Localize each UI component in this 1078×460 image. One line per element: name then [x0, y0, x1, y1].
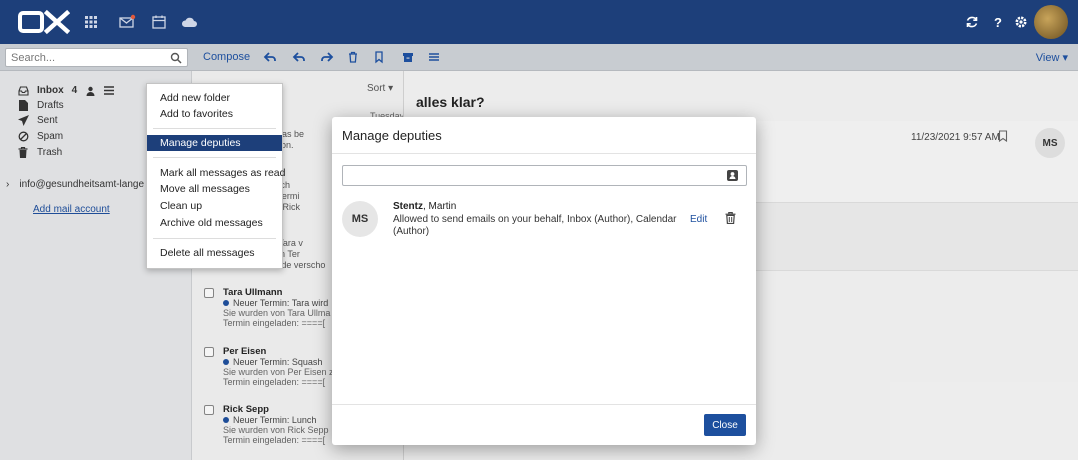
- apps-grid-icon[interactable]: [82, 13, 100, 31]
- dialog-title: Manage deputies: [342, 128, 442, 143]
- close-button[interactable]: Close: [704, 414, 746, 436]
- spam-icon: [17, 131, 29, 143]
- sort-dropdown[interactable]: Sort ▾: [367, 83, 393, 94]
- folder-inbox[interactable]: Inbox 4: [17, 84, 115, 97]
- menu-item-add-to-favorites[interactable]: Add to favorites: [147, 106, 282, 122]
- dialog-divider: [332, 153, 756, 154]
- help-icon[interactable]: ?: [989, 13, 1007, 31]
- flag-icon[interactable]: [372, 50, 386, 64]
- search-placeholder: Search...: [11, 52, 56, 64]
- search-input[interactable]: Search...: [5, 48, 188, 67]
- delete-icon[interactable]: [346, 50, 360, 64]
- menu-item-mark-all-read[interactable]: Mark all messages as read: [147, 165, 285, 181]
- menu-item-clean-up[interactable]: Clean up: [147, 198, 282, 214]
- forward-icon[interactable]: [320, 50, 334, 64]
- menu-item-move-all-messages[interactable]: Move all messages: [147, 181, 282, 197]
- add-mail-account-link[interactable]: Add mail account: [33, 204, 110, 215]
- refresh-icon[interactable]: [963, 13, 981, 31]
- user-avatar[interactable]: [1034, 5, 1068, 39]
- unread-badge: [130, 14, 136, 20]
- address-book-icon[interactable]: [726, 169, 739, 182]
- mail-preview: Sie wurden von Rick Sepp: [223, 425, 329, 435]
- manage-deputies-dialog: Manage deputies MS Stentz, Martin Allowe…: [332, 117, 756, 445]
- person-icon[interactable]: [86, 86, 95, 96]
- deputy-search-input[interactable]: [342, 165, 747, 186]
- unread-dot-icon: [223, 359, 229, 365]
- drafts-icon: [17, 100, 29, 112]
- ox-logo[interactable]: [18, 9, 70, 35]
- account-folder[interactable]: › info@gesundheitsamt-lange: [6, 179, 144, 190]
- mail-sender: Rick Sepp: [223, 404, 269, 415]
- delete-deputy-icon[interactable]: [725, 212, 736, 224]
- folder-drafts[interactable]: Drafts: [17, 99, 64, 112]
- top-bar: ?: [0, 0, 1078, 44]
- flag-icon[interactable]: [998, 130, 1008, 142]
- archive-icon[interactable]: [401, 50, 415, 64]
- edit-deputy-link[interactable]: Edit: [690, 214, 707, 225]
- compose-button[interactable]: Compose: [203, 51, 250, 63]
- mail-preview: Termin eingeladen: ====[: [223, 435, 326, 445]
- mail-date: 11/23/2021 9:57 AM: [911, 132, 1000, 143]
- folder-label: Trash: [37, 147, 63, 158]
- mail-preview: Termin eingeladen: ====[: [223, 318, 326, 328]
- unread-count: 4: [71, 85, 78, 96]
- folder-menu-icon[interactable]: [104, 86, 115, 95]
- unread-dot-icon: [223, 417, 229, 423]
- folder-label: Sent: [37, 115, 58, 126]
- mail-preview: Sie wurden von Tara Ullma: [223, 308, 331, 318]
- folder-trash[interactable]: Trash: [17, 146, 62, 159]
- inbox-icon: [17, 85, 29, 97]
- mail-sender: Tara Ullmann: [223, 287, 283, 298]
- unread-dot-icon: [223, 300, 229, 306]
- dialog-divider: [332, 404, 756, 405]
- trash-icon: [17, 147, 29, 159]
- reply-all-icon[interactable]: [292, 50, 306, 64]
- search-icon[interactable]: [170, 52, 182, 64]
- menu-item-delete-all-messages[interactable]: Delete all messages: [147, 245, 282, 261]
- folder-context-menu: Add new folder Add to favorites Manage d…: [146, 83, 285, 269]
- svg-text:?: ?: [994, 15, 1002, 30]
- toolbar: Search... Compose View ▾: [0, 44, 1078, 71]
- menu-divider: [153, 238, 276, 239]
- folder-sent[interactable]: Sent: [17, 114, 58, 127]
- mail-preview: Sie wurden von Per Eisen z: [223, 367, 334, 377]
- settings-icon[interactable]: [1012, 13, 1030, 31]
- mail-subject: Neuer Termin: Squash: [223, 357, 322, 367]
- reply-icon[interactable]: [263, 50, 277, 64]
- deputy-avatar: MS: [342, 201, 378, 237]
- mail-subject: Neuer Termin: Tara wird: [223, 298, 328, 308]
- menu-item-add-new-folder[interactable]: Add new folder: [147, 90, 282, 106]
- cloud-icon[interactable]: [180, 13, 198, 31]
- calendar-icon[interactable]: [150, 13, 168, 31]
- mail-checkbox[interactable]: [204, 405, 214, 415]
- folder-label: Spam: [37, 131, 64, 142]
- chevron-right-icon[interactable]: ›: [6, 179, 9, 190]
- deputy-permissions: Allowed to send emails on your behalf, I…: [393, 214, 677, 237]
- mail-body-area: [754, 203, 1078, 271]
- view-dropdown[interactable]: View ▾: [1036, 51, 1068, 64]
- folder-label: Inbox: [37, 85, 64, 96]
- menu-divider: [153, 157, 276, 158]
- sender-avatar: MS: [1035, 128, 1065, 158]
- mail-checkbox[interactable]: [204, 288, 214, 298]
- account-label: info@gesundheitsamt-lange: [19, 179, 145, 190]
- mail-subject-title: alles klar?: [416, 94, 485, 110]
- menu-item-manage-deputies[interactable]: Manage deputies: [147, 135, 282, 151]
- mail-sender: Per Eisen: [223, 346, 267, 357]
- folder-spam[interactable]: Spam: [17, 130, 63, 143]
- deputy-name: Stentz, Martin: [393, 201, 457, 212]
- folder-label: Drafts: [37, 100, 64, 111]
- sent-icon: [17, 115, 29, 127]
- menu-divider: [153, 128, 276, 129]
- mail-subject: Neuer Termin: Lunch: [223, 415, 316, 425]
- more-menu-icon[interactable]: [427, 50, 441, 64]
- menu-item-archive-old-messages[interactable]: Archive old messages: [147, 215, 282, 231]
- mail-checkbox[interactable]: [204, 347, 214, 357]
- mail-icon[interactable]: [118, 13, 136, 31]
- mail-preview: Termin eingeladen: ====[: [223, 377, 326, 387]
